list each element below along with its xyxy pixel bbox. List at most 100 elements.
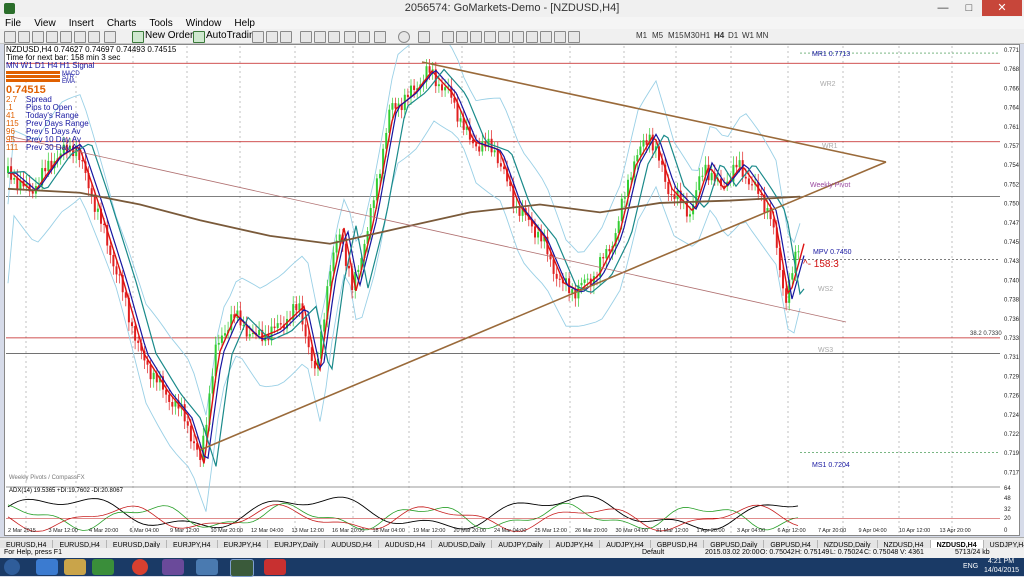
fibonacci-icon[interactable] xyxy=(526,31,538,43)
status-close: C: 0.75048 xyxy=(864,549,899,556)
tile-windows-icon[interactable] xyxy=(328,31,340,43)
candle-body xyxy=(555,273,558,279)
app-icon-4[interactable] xyxy=(264,559,286,575)
tf-h1[interactable]: H1 xyxy=(700,31,710,40)
candle-body xyxy=(258,329,261,336)
price-tick: 0.73860 xyxy=(1004,298,1019,304)
candle-body xyxy=(608,249,611,252)
vertical-line-icon[interactable] xyxy=(470,31,482,43)
ie-icon[interactable] xyxy=(36,559,58,575)
tf-m30[interactable]: M30 xyxy=(684,31,700,40)
crosshair-icon[interactable] xyxy=(456,31,468,43)
horizontal-line-icon[interactable] xyxy=(484,31,496,43)
candle-body xyxy=(689,214,691,217)
profiles-icon[interactable] xyxy=(18,31,30,43)
adx-tick: 20 xyxy=(1004,516,1011,522)
tf-m15[interactable]: M15 xyxy=(668,31,684,40)
price-tick: 0.74795 xyxy=(1004,221,1019,227)
close-button[interactable]: ✕ xyxy=(982,0,1022,16)
candle-body xyxy=(586,278,589,280)
new-chart-icon[interactable] xyxy=(4,31,16,43)
tf-w1[interactable]: W1 xyxy=(742,31,754,40)
tf-m1[interactable]: M1 xyxy=(636,31,647,40)
pivot-wr1: WR1 xyxy=(822,143,838,150)
window-controls: — □ ✕ xyxy=(930,0,1022,16)
candle-body xyxy=(115,266,118,275)
new-order-button[interactable]: New Order xyxy=(142,30,196,42)
line-chart-icon[interactable] xyxy=(280,31,292,43)
arrows-icon[interactable] xyxy=(568,31,580,43)
bar-chart-icon[interactable] xyxy=(252,31,264,43)
bollinger-lower xyxy=(7,120,801,512)
maximize-button[interactable]: □ xyxy=(956,0,982,16)
di-plus-line xyxy=(7,502,799,531)
legend-ema: EMA xyxy=(62,79,76,85)
autoscroll-icon[interactable] xyxy=(358,31,370,43)
candle-body xyxy=(493,150,496,153)
candle-body xyxy=(698,176,701,191)
app-icon-3[interactable] xyxy=(196,559,218,575)
clock-time[interactable]: 4:21 PM xyxy=(988,558,1014,565)
candle-body xyxy=(344,243,347,266)
zoom-in-icon[interactable] xyxy=(300,31,312,43)
candlestick-icon[interactable] xyxy=(266,31,278,43)
navigator-icon[interactable] xyxy=(60,31,72,43)
candle-body xyxy=(224,333,226,336)
chrome-icon[interactable] xyxy=(132,559,148,575)
pivot-mr1: MR1 0.7713 xyxy=(812,51,851,58)
price-tick: 0.74515 xyxy=(1004,240,1019,246)
equidistant-channel-icon[interactable] xyxy=(512,31,524,43)
media-icon[interactable] xyxy=(92,559,114,575)
periods-icon[interactable] xyxy=(398,31,410,43)
candle-body xyxy=(738,160,741,168)
price-tick: 0.72460 xyxy=(1004,413,1019,419)
stats-list: 2.7 Spread .1 Pips to Open 41 Today's Range 11… xyxy=(6,96,176,152)
candle-body xyxy=(751,184,753,186)
cursor-icon[interactable] xyxy=(442,31,454,43)
market-watch-icon[interactable] xyxy=(32,31,44,43)
tf-h4[interactable]: H4 xyxy=(714,31,724,40)
signal-macd-bar xyxy=(6,71,60,74)
chart-shift-icon[interactable] xyxy=(344,31,356,43)
candle-body xyxy=(630,177,633,180)
tf-m5[interactable]: M5 xyxy=(652,31,663,40)
metatrader-icon[interactable] xyxy=(230,559,254,577)
candle-body xyxy=(273,326,276,329)
metaeditor-icon[interactable] xyxy=(104,31,116,43)
candle-body xyxy=(667,181,670,195)
adx-label: ADX(14) 19.5365 +DI:19.7602 -DI:20.8067 xyxy=(9,488,123,494)
candle-body xyxy=(496,150,499,164)
data-window-icon[interactable] xyxy=(46,31,58,43)
status-help: For Help, press F1 xyxy=(4,549,62,556)
language-indicator[interactable]: ENG xyxy=(963,563,978,570)
templates-icon[interactable] xyxy=(418,31,430,43)
terminal-icon[interactable] xyxy=(74,31,86,43)
tester-icon[interactable] xyxy=(88,31,100,43)
tf-mn[interactable]: MN xyxy=(756,31,768,40)
stat-row: 111 Prev 30 Day Av xyxy=(6,144,176,152)
status-time: 2015.03.02 20:00 xyxy=(705,549,760,556)
candle-body xyxy=(642,140,645,147)
explorer-icon[interactable] xyxy=(64,559,86,575)
price-tick: 0.75730 xyxy=(1004,144,1019,150)
candle-body xyxy=(47,160,50,172)
text-icon[interactable] xyxy=(540,31,552,43)
time-tick: 16 Mar 20:00 xyxy=(332,528,364,534)
price-tick: 0.71755 xyxy=(1004,470,1019,476)
candle-body xyxy=(782,270,784,289)
minimize-button[interactable]: — xyxy=(930,0,956,16)
tf-d1[interactable]: D1 xyxy=(728,31,738,40)
time-tick: 12 Mar 04:00 xyxy=(251,528,283,534)
zoom-out-icon[interactable] xyxy=(314,31,326,43)
candle-body xyxy=(149,364,152,380)
status-open: O: 0.75042 xyxy=(760,549,795,556)
candle-body xyxy=(193,441,195,444)
start-icon[interactable] xyxy=(4,559,20,575)
app-icon-2[interactable] xyxy=(162,559,184,575)
clock-date[interactable]: 14/04/2015 xyxy=(984,567,1019,574)
trendline-icon[interactable] xyxy=(498,31,510,43)
candle-body xyxy=(673,194,676,200)
text-label-icon[interactable] xyxy=(554,31,566,43)
indicators-icon[interactable] xyxy=(374,31,386,43)
fib-level: 38.2 0.7330 xyxy=(970,331,1002,337)
